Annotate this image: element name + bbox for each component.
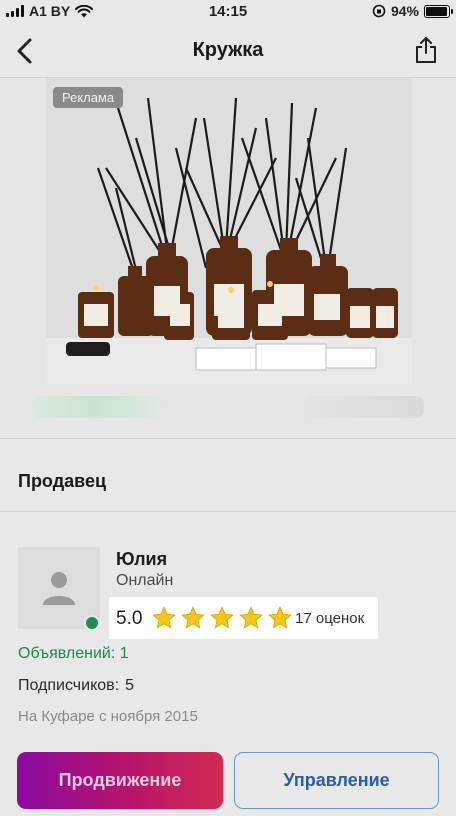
- status-bar: A1 BY 14:15 94%: [0, 0, 456, 24]
- page-title: Кружка: [192, 39, 264, 61]
- star-icon: [239, 606, 263, 629]
- divider: [0, 511, 456, 512]
- user-icon: [43, 572, 75, 605]
- share-button[interactable]: [414, 35, 438, 65]
- status-right: 94%: [372, 3, 453, 19]
- rating-stars: [150, 605, 294, 631]
- subscribers-label: Подписчиков:: [18, 677, 120, 694]
- listings-count[interactable]: Объявлений: 1: [18, 645, 129, 663]
- star-icon: [210, 606, 234, 629]
- ad-badge: Реклама: [53, 87, 124, 108]
- rating-value: 5.0: [116, 608, 143, 629]
- rating-count: 17 оценок: [295, 610, 365, 627]
- seller-section: Продавец Юлия Онлайн 5.0 17 оценок Объяв…: [0, 438, 456, 816]
- promote-button[interactable]: Продвижение: [17, 752, 223, 809]
- seller-status: Онлайн: [116, 572, 174, 589]
- star-icon: [152, 606, 176, 629]
- blurred-price: [32, 396, 162, 418]
- member-since: На Куфаре с ноября 2015: [18, 708, 198, 725]
- ad-image[interactable]: [46, 78, 412, 384]
- manage-button[interactable]: Управление: [234, 752, 439, 809]
- share-icon: [416, 37, 436, 63]
- star-icon: [268, 606, 292, 629]
- ad-photo-diffusers: [46, 78, 412, 384]
- subscribers-value: 5: [125, 677, 135, 694]
- seller-name[interactable]: Юлия: [116, 549, 167, 570]
- online-indicator: [84, 615, 100, 631]
- subscribers-count: Подписчиков: 5: [18, 677, 134, 695]
- orientation-lock-icon: [372, 4, 386, 18]
- ad-banner[interactable]: Реклама: [0, 78, 456, 438]
- battery-icon: [424, 4, 453, 18]
- nav-bar: Кружка: [0, 24, 456, 78]
- star-icon: [181, 606, 205, 629]
- blurred-info: [304, 396, 424, 418]
- rating-box[interactable]: 5.0 17 оценок: [109, 597, 378, 639]
- seller-header: Продавец: [18, 471, 107, 491]
- battery-percent: 94%: [390, 3, 419, 19]
